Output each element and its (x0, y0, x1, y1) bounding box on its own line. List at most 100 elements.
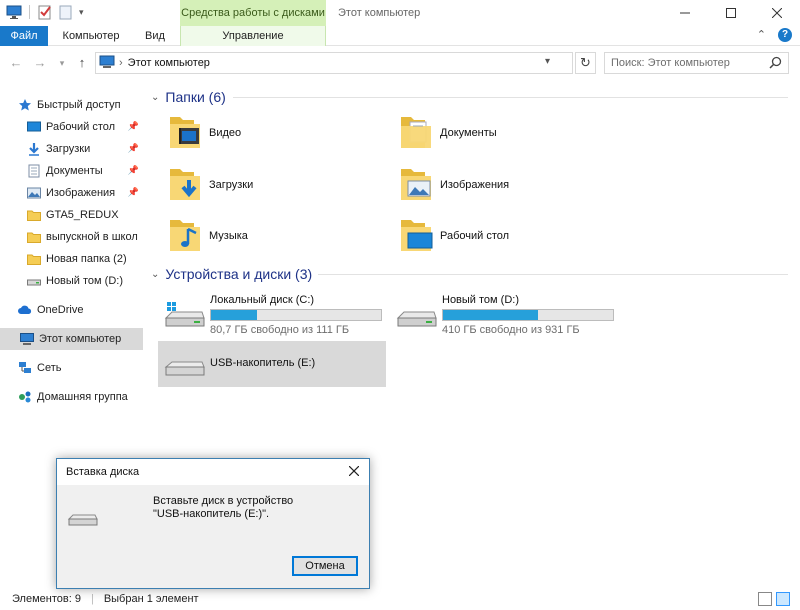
breadcrumb-separator-icon[interactable]: › (119, 57, 123, 69)
address-history-dropdown-icon[interactable]: ▾ (545, 56, 550, 67)
folder-label: Видео (209, 127, 242, 139)
drive-name: Новый том (D:) (442, 294, 519, 306)
drive-tile-c[interactable]: Локальный диск (C:) 80,7 ГБ свободно из … (158, 288, 386, 336)
nav-homegroup[interactable]: Домашняя группа (18, 386, 143, 408)
details-view-icon[interactable] (758, 592, 772, 606)
properties-icon[interactable] (37, 4, 53, 20)
computer-icon (99, 55, 115, 72)
drives-section-header[interactable]: ⌄ Устройства и диски (3) (151, 264, 312, 284)
drive-usage-bar (442, 309, 614, 321)
customize-toolbar-icon[interactable]: ▾ (79, 7, 84, 18)
folder-tile-desktop[interactable]: Рабочий стол (398, 211, 624, 261)
folder-label: Документы (440, 127, 497, 139)
ribbon-tabs: Файл Компьютер Вид Управление ⌃ ? (0, 26, 800, 46)
search-input[interactable] (605, 53, 765, 73)
nav-item-drive-d[interactable]: Новый том (D:) (27, 270, 143, 292)
toolbar-divider (29, 5, 30, 19)
dialog-message-line: "USB-накопитель (E:)". (153, 508, 270, 520)
document-icon (27, 164, 41, 178)
nav-item-desktop[interactable]: Рабочий стол 📌 (27, 116, 143, 138)
drive-tile-d[interactable]: Новый том (D:) 410 ГБ свободно из 931 ГБ (390, 288, 618, 336)
address-row: ← → ▾ ↑ › Этот компьютер ▾ ↻ (0, 47, 800, 79)
nav-label: Новая папка (2) (46, 253, 127, 265)
disk-tools-tab-header: Средства работы с дисками (180, 0, 326, 26)
address-bar[interactable]: › Этот компьютер ▾ (95, 52, 573, 74)
tab-computer[interactable]: Компьютер (52, 26, 130, 46)
collapse-chevron-icon[interactable]: ⌄ (151, 92, 159, 103)
nav-network[interactable]: Сеть (18, 357, 143, 379)
folder-label: Изображения (440, 179, 510, 191)
section-divider (318, 274, 788, 275)
dialog-body: Вставьте диск в устройство "USB-накопите… (57, 485, 369, 588)
tab-file[interactable]: Файл (0, 26, 48, 46)
folder-icon (27, 208, 41, 222)
breadcrumb[interactable]: Этот компьютер (128, 57, 210, 69)
nav-this-pc[interactable]: Этот компьютер (0, 328, 143, 350)
nav-item-documents[interactable]: Документы 📌 (27, 160, 143, 182)
pictures-folder-icon (398, 164, 436, 207)
download-arrow-icon (27, 142, 41, 156)
title-bar: ▾ Средства работы с дисками Этот компьют… (0, 0, 800, 26)
folder-tile-downloads[interactable]: Загрузки (167, 160, 393, 210)
folder-tile-pictures[interactable]: Изображения (398, 160, 624, 210)
status-item-count: Элементов: 9 (12, 593, 81, 605)
nav-item-folder[interactable]: выпускной в школ (27, 226, 143, 248)
tab-view[interactable]: Вид (135, 26, 175, 46)
window-title: Этот компьютер (338, 7, 421, 19)
nav-label: Сеть (37, 362, 62, 374)
back-button[interactable]: ← (8, 55, 24, 71)
folder-tile-documents[interactable]: Документы (398, 108, 624, 158)
pin-icon[interactable]: 📌 (128, 187, 139, 198)
nav-label: выпускной в школ (46, 231, 138, 243)
recent-locations-button[interactable]: ▾ (54, 55, 70, 71)
dialog-close-button[interactable] (339, 459, 369, 485)
new-folder-icon[interactable] (58, 4, 74, 20)
folders-section-header[interactable]: ⌄ Папки (6) (151, 87, 226, 107)
nav-quick-access[interactable]: Быстрый доступ (18, 94, 143, 116)
folder-label: Рабочий стол (440, 230, 510, 242)
folder-label: Музыка (209, 230, 248, 242)
search-box (604, 52, 789, 74)
maximize-button[interactable] (708, 0, 754, 26)
insert-disk-dialog: Вставка диска Вставьте диск в устройство… (56, 458, 370, 589)
minimize-button[interactable] (662, 0, 708, 26)
drive-free-space: 410 ГБ свободно из 931 ГБ (442, 324, 580, 336)
pin-icon[interactable]: 📌 (128, 121, 139, 132)
nav-label: Изображения (46, 187, 116, 199)
folder-tile-music[interactable]: Музыка (167, 211, 393, 261)
drive-name: Локальный диск (C:) (210, 294, 315, 306)
nav-item-downloads[interactable]: Загрузки 📌 (27, 138, 143, 160)
pin-icon[interactable]: 📌 (128, 143, 139, 154)
nav-item-folder[interactable]: GTA5_REDUX (27, 204, 143, 226)
nav-item-pictures[interactable]: Изображения 📌 (27, 182, 143, 204)
dialog-message-line: Вставьте диск в устройство (153, 495, 294, 507)
tiles-view-icon[interactable] (776, 592, 790, 606)
drive-free-space: 80,7 ГБ свободно из 111 ГБ (210, 324, 350, 336)
computer-icon (20, 332, 34, 346)
nav-label: Быстрый доступ (37, 99, 121, 111)
collapse-chevron-icon[interactable]: ⌄ (151, 269, 159, 280)
nav-item-folder[interactable]: Новая папка (2) (27, 248, 143, 270)
computer-icon[interactable] (6, 4, 22, 20)
view-switcher (758, 592, 790, 606)
pictures-icon (27, 186, 41, 200)
drive-tile-e[interactable]: USB-накопитель (E:) (158, 341, 386, 387)
nav-onedrive[interactable]: OneDrive (18, 299, 143, 321)
pin-icon[interactable]: 📌 (128, 165, 139, 176)
close-window-button[interactable] (754, 0, 800, 26)
dialog-title-bar[interactable]: Вставка диска (57, 459, 369, 485)
help-icon[interactable]: ? (778, 28, 792, 42)
desktop-icon (27, 120, 41, 134)
up-button[interactable]: ↑ (74, 55, 90, 71)
hard-drive-icon (27, 274, 41, 288)
status-divider: | (90, 593, 94, 605)
forward-button[interactable]: → (32, 55, 48, 71)
expand-ribbon-icon[interactable]: ⌃ (757, 28, 766, 42)
downloads-folder-icon (167, 164, 205, 207)
search-icon[interactable] (769, 56, 782, 72)
video-folder-icon (167, 112, 205, 155)
refresh-button[interactable]: ↻ (575, 52, 596, 74)
folder-tile-video[interactable]: Видео (167, 108, 393, 158)
tab-manage[interactable]: Управление (180, 26, 326, 46)
cancel-button[interactable]: Отмена (292, 556, 358, 576)
